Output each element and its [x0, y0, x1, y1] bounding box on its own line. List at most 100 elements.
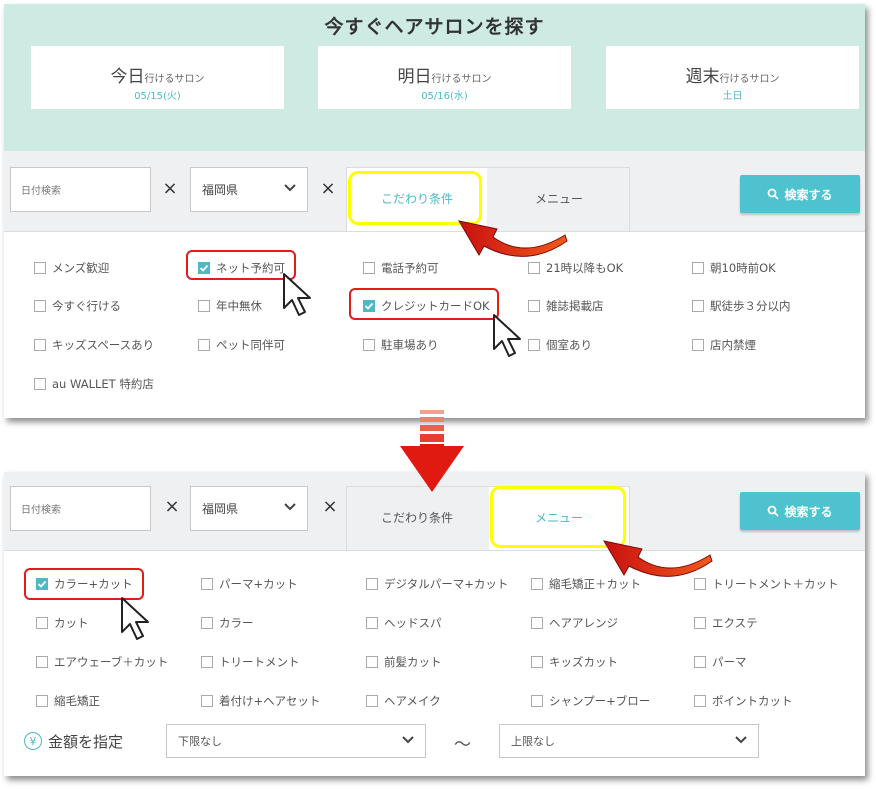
chevron-down-icon [284, 184, 296, 192]
chevron-down-icon [402, 736, 414, 744]
checkbox-icon[interactable] [34, 339, 46, 351]
condition-option[interactable]: 21時以降もOK [528, 260, 623, 276]
menu-option[interactable]: カラー+カット [36, 576, 133, 592]
checkbox-icon[interactable] [531, 578, 543, 590]
checkbox-icon[interactable] [201, 617, 213, 629]
menu-option-label: トリートメント＋カット [712, 577, 839, 591]
checkbox-icon[interactable] [363, 262, 375, 274]
today-card[interactable]: 今日行けるサロン 05/15(火) [31, 46, 284, 109]
menu-option[interactable]: キッズカット [531, 654, 618, 670]
menu-option[interactable]: 縮毛矯正 [36, 693, 100, 709]
menu-option[interactable]: パーマ+カット [201, 576, 298, 592]
condition-option[interactable]: 駅徒歩３分以内 [692, 298, 791, 314]
condition-option[interactable]: メンズ歓迎 [34, 260, 109, 276]
condition-option-label: 雑誌掲載店 [546, 299, 604, 313]
prefecture-select[interactable]: 福岡県 [190, 167, 308, 212]
search-button[interactable]: 検索する [740, 492, 860, 530]
menu-option-label: ヘアアレンジ [549, 616, 618, 630]
checkbox-icon[interactable] [531, 695, 543, 707]
checkbox-icon[interactable] [36, 617, 48, 629]
checkbox-checked-icon[interactable] [36, 578, 48, 590]
weekend-card-label: 週末 [685, 67, 720, 87]
condition-option[interactable]: 雑誌掲載店 [528, 298, 604, 314]
checkbox-icon[interactable] [528, 262, 540, 274]
checkbox-icon[interactable] [528, 300, 540, 312]
checkbox-icon[interactable] [363, 339, 375, 351]
checkbox-icon[interactable] [34, 378, 46, 390]
checkbox-icon[interactable] [692, 339, 704, 351]
menu-option-label: トリートメント [219, 655, 300, 669]
checkbox-icon[interactable] [694, 695, 706, 707]
checkbox-icon[interactable] [692, 262, 704, 274]
condition-option[interactable]: 年中無休 [198, 298, 262, 314]
checkbox-icon[interactable] [201, 578, 213, 590]
condition-option[interactable]: 店内禁煙 [692, 337, 756, 353]
condition-option[interactable]: ペット同伴可 [198, 337, 285, 353]
condition-option[interactable]: au WALLET 特約店 [34, 376, 154, 392]
tab-area: こだわり条件 メニュー [346, 486, 630, 551]
checkbox-icon[interactable] [694, 656, 706, 668]
checkbox-icon[interactable] [36, 656, 48, 668]
checkbox-icon[interactable] [198, 339, 210, 351]
menu-option[interactable]: トリートメント [201, 654, 300, 670]
checkbox-icon[interactable] [692, 300, 704, 312]
condition-option[interactable]: 電話予約可 [363, 260, 439, 276]
tomorrow-card[interactable]: 明日行けるサロン 05/16(水) [318, 46, 571, 109]
checkbox-icon[interactable] [366, 656, 378, 668]
condition-option[interactable]: クレジットカードOK [363, 298, 490, 314]
condition-option[interactable]: 駐車場あり [363, 337, 439, 353]
menu-option-label: カット [54, 616, 89, 630]
menu-option[interactable]: シャンプー+ブロー [531, 693, 650, 709]
checkbox-icon[interactable] [366, 617, 378, 629]
menu-option[interactable]: 前髪カット [366, 654, 442, 670]
yen-icon: ¥ [24, 732, 42, 750]
menu-option-label: 縮毛矯正 [54, 694, 100, 708]
checkbox-icon[interactable] [528, 339, 540, 351]
weekend-card[interactable]: 週末行けるサロン 土日 [606, 46, 859, 109]
condition-option[interactable]: 今すぐ行ける [34, 298, 121, 314]
price-min-select[interactable]: 下限なし [166, 724, 426, 758]
checkbox-icon[interactable] [531, 617, 543, 629]
condition-option-label: メンズ歓迎 [52, 261, 110, 275]
prefecture-select[interactable]: 福岡県 [190, 486, 308, 531]
checkbox-icon[interactable] [531, 656, 543, 668]
menu-option[interactable]: カラー [201, 615, 254, 631]
menu-option[interactable]: ヘアメイク [366, 693, 441, 709]
checkbox-icon[interactable] [201, 695, 213, 707]
condition-option[interactable]: 朝10時前OK [692, 260, 776, 276]
checkbox-icon[interactable] [366, 578, 378, 590]
checkbox-icon[interactable] [36, 695, 48, 707]
menu-option-label: パーマ [712, 655, 747, 669]
menu-option[interactable]: トリートメント＋カット [694, 576, 839, 592]
menu-option[interactable]: 着付け+ヘアセット [201, 693, 320, 709]
menu-option[interactable]: パーマ [694, 654, 747, 670]
checkbox-icon[interactable] [198, 300, 210, 312]
menu-option[interactable]: エアウェーブ＋カット [36, 654, 168, 670]
checkbox-icon[interactable] [694, 617, 706, 629]
menu-option[interactable]: エクステ [694, 615, 758, 631]
condition-option[interactable]: ネット予約可 [198, 260, 285, 276]
menu-option[interactable]: デジタルパーマ+カット [366, 576, 508, 592]
menu-option-label: シャンプー+ブロー [549, 694, 651, 708]
checkbox-checked-icon[interactable] [363, 300, 375, 312]
condition-option[interactable]: 個室あり [528, 337, 592, 353]
menu-option-label: ヘッドスパ [384, 616, 442, 630]
checkbox-icon[interactable] [201, 656, 213, 668]
date-search-input[interactable]: 日付検索 [10, 167, 151, 212]
menu-option[interactable]: ポイントカット [694, 693, 793, 709]
menu-option[interactable]: カット [36, 615, 89, 631]
checkbox-icon[interactable] [34, 300, 46, 312]
price-max-select[interactable]: 上限なし [499, 724, 759, 758]
top-screenshot-panel: 今すぐヘアサロンを探す 今日行けるサロン 05/15(火) 明日行けるサロン 0… [4, 4, 865, 418]
date-search-input[interactable]: 日付検索 [10, 486, 151, 531]
menu-option[interactable]: ヘアアレンジ [531, 615, 618, 631]
menu-option-label: エクステ [712, 616, 758, 630]
search-button[interactable]: 検索する [740, 175, 860, 213]
checkbox-icon[interactable] [34, 262, 46, 274]
checkbox-icon[interactable] [366, 695, 378, 707]
menu-option-label: デジタルパーマ+カット [384, 577, 509, 591]
condition-option[interactable]: キッズスペースあり [34, 337, 154, 353]
search-button-label: 検索する [784, 504, 833, 519]
checkbox-checked-icon[interactable] [198, 262, 210, 274]
menu-option[interactable]: ヘッドスパ [366, 615, 442, 631]
